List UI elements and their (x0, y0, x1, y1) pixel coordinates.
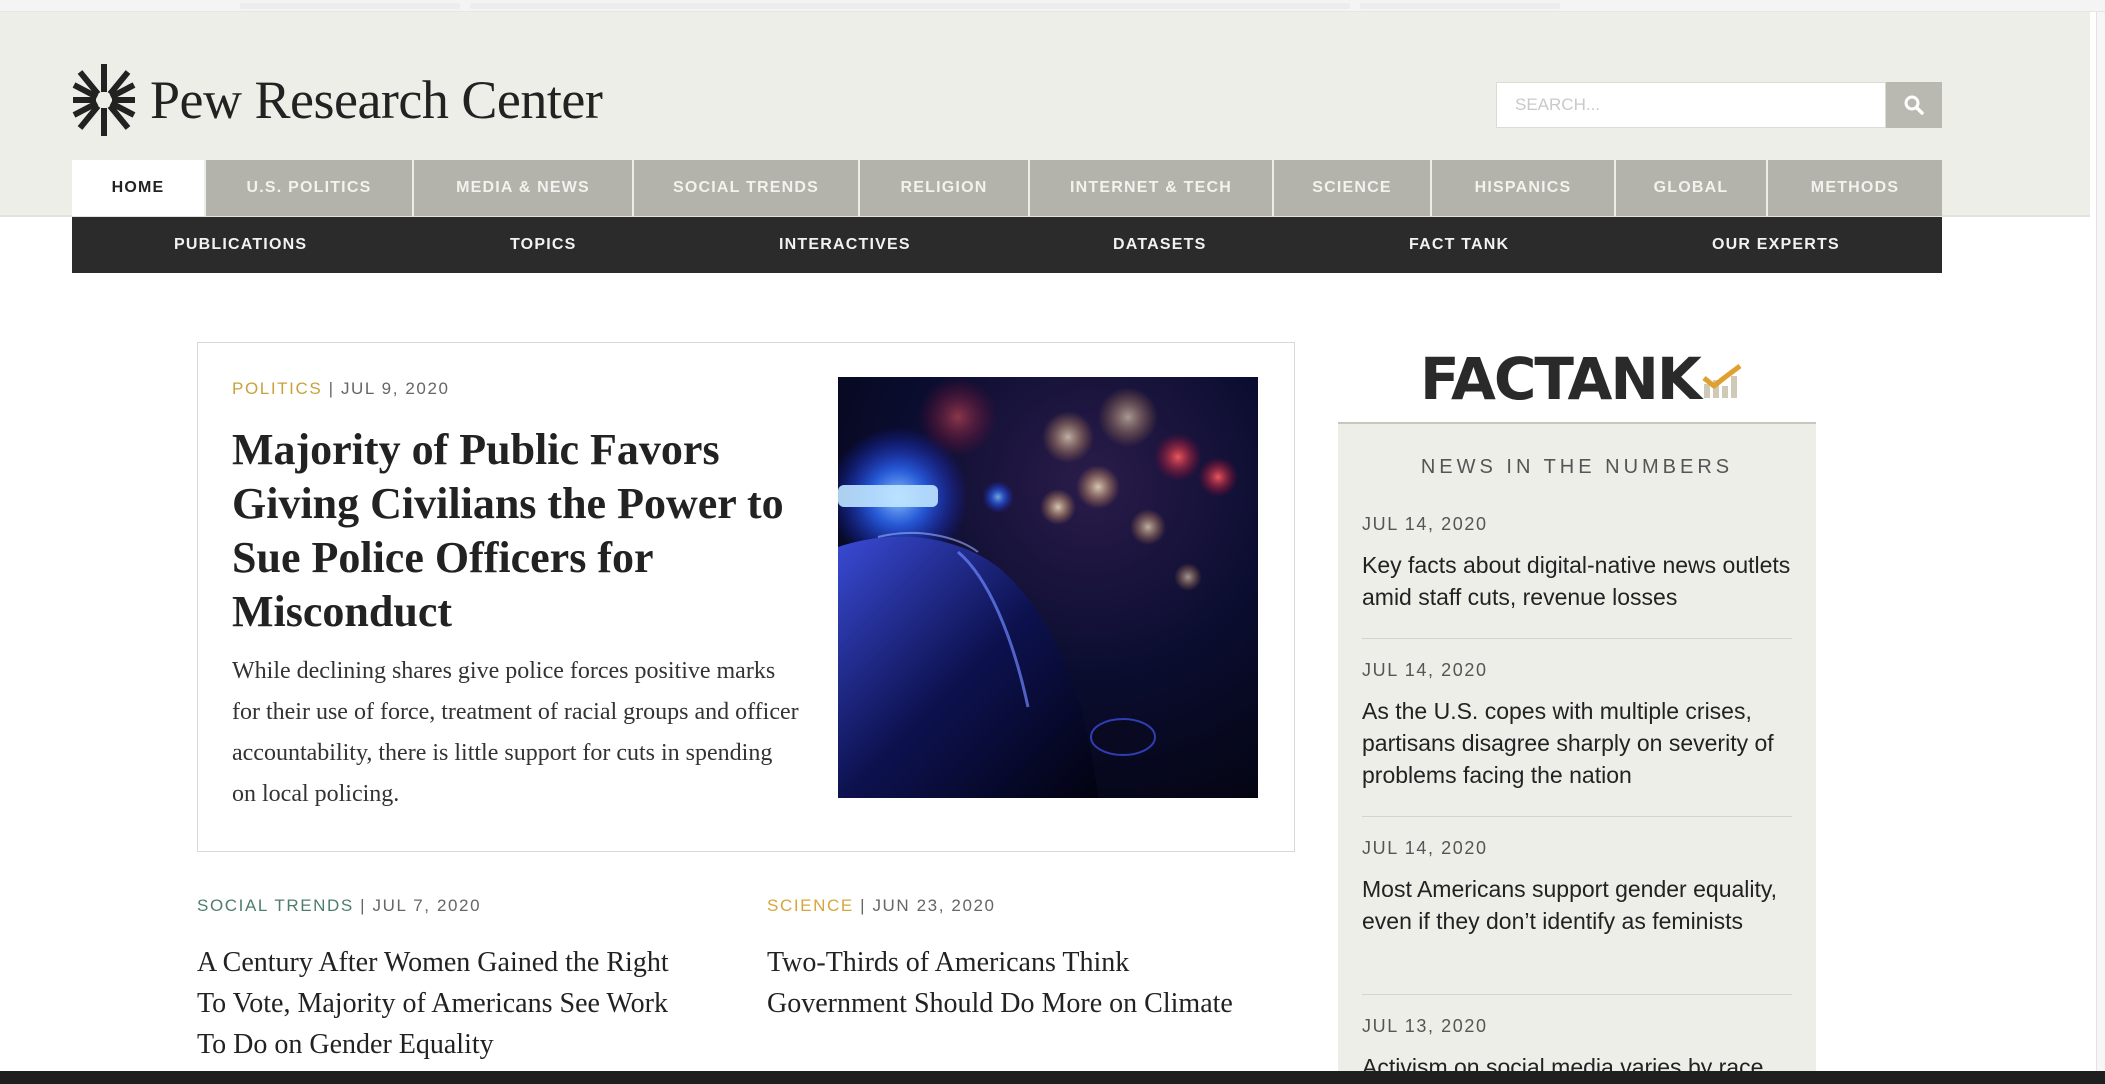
nav-global[interactable]: GLOBAL (1616, 160, 1768, 216)
fact-tank-wordmark: FACTANK (1420, 345, 1702, 413)
meta-separator: | (860, 896, 873, 915)
fact-tank-item[interactable]: JUL 14, 2020 As the U.S. copes with mult… (1362, 660, 1792, 791)
subnav-our-experts[interactable]: OUR EXPERTS (1712, 236, 1840, 254)
subnav-datasets[interactable]: DATASETS (1113, 236, 1206, 254)
browser-tab[interactable] (1360, 3, 1560, 9)
fact-tank-date: JUL 14, 2020 (1362, 660, 1488, 680)
subnav-topics[interactable]: TOPICS (510, 236, 576, 254)
fact-tank-item[interactable]: JUL 14, 2020 Key facts about digital-nat… (1362, 514, 1792, 613)
nav-internet-tech[interactable]: INTERNET & TECH (1030, 160, 1274, 216)
browser-top-strip (0, 0, 2105, 12)
featured-image-police-car-lights[interactable] (838, 377, 1258, 798)
search-input[interactable] (1496, 82, 1886, 128)
nav-us-politics[interactable]: U.S. POLITICS (206, 160, 414, 216)
search-bar (1496, 82, 1942, 128)
fact-tank-item[interactable]: JUL 14, 2020 Most Americans support gend… (1362, 838, 1792, 937)
fact-tank-date: JUL 13, 2020 (1362, 1016, 1488, 1036)
nav-social-trends[interactable]: SOCIAL TRENDS (634, 160, 860, 216)
meta-separator: | (360, 896, 373, 915)
search-button[interactable] (1886, 82, 1942, 128)
pew-logo-icon (72, 64, 136, 136)
story-headline[interactable]: A Century After Women Gained the Right T… (197, 942, 677, 1065)
primary-nav: HOME U.S. POLITICS MEDIA & NEWS SOCIAL T… (72, 160, 1942, 216)
story-date: JUL 7, 2020 (372, 896, 482, 915)
story-category[interactable]: SCIENCE (767, 896, 854, 915)
search-icon (1904, 95, 1924, 115)
story-meta: SOCIAL TRENDS | JUL 7, 2020 (197, 896, 677, 916)
story-date: JUL 9, 2020 (340, 379, 450, 398)
nav-methods[interactable]: METHODS (1768, 160, 1942, 216)
meta-separator: | (328, 379, 341, 398)
subnav-publications[interactable]: PUBLICATIONS (174, 236, 307, 254)
taskbar (0, 1071, 2105, 1084)
featured-summary: While declining shares give police force… (232, 658, 799, 807)
fact-tank-title[interactable]: As the U.S. copes with multiple crises, … (1362, 695, 1792, 791)
featured-story[interactable]: POLITICS | JUL 9, 2020 Majority of Publi… (197, 342, 1295, 852)
story-category[interactable]: SOCIAL TRENDS (197, 896, 354, 915)
subnav-interactives[interactable]: INTERACTIVES (779, 236, 911, 254)
story-card[interactable]: SCIENCE | JUN 23, 2020 Two-Thirds of Ame… (767, 896, 1247, 1024)
story-category[interactable]: POLITICS (232, 379, 322, 398)
nav-home[interactable]: HOME (72, 160, 206, 216)
rising-chart-icon (1702, 364, 1742, 398)
nav-media-news[interactable]: MEDIA & NEWS (414, 160, 634, 216)
fact-tank-logo[interactable]: FACTANK (1420, 344, 1742, 414)
secondary-nav: PUBLICATIONS TOPICS INTERACTIVES DATASET… (72, 217, 1942, 273)
story-date: JUN 23, 2020 (872, 896, 996, 915)
featured-headline[interactable]: Majority of Public Favors Giving Civilia… (232, 423, 792, 639)
fact-tank-panel: NEWS IN THE NUMBERS JUL 14, 2020 Key fac… (1338, 422, 1816, 1084)
story-meta: SCIENCE | JUN 23, 2020 (767, 896, 1247, 916)
police-car-night-image (838, 377, 1258, 798)
nav-religion[interactable]: RELIGION (860, 160, 1030, 216)
site-title: Pew Research Center (150, 70, 603, 130)
story-card[interactable]: SOCIAL TRENDS | JUL 7, 2020 A Century Af… (197, 896, 677, 1065)
divider (1362, 994, 1792, 995)
story-headline[interactable]: Two-Thirds of Americans Think Government… (767, 942, 1247, 1024)
subnav-fact-tank[interactable]: FACT TANK (1409, 236, 1509, 254)
fact-tank-heading: NEWS IN THE NUMBERS (1420, 456, 1734, 478)
browser-tab[interactable] (470, 3, 1350, 9)
nav-hispanics[interactable]: HISPANICS (1432, 160, 1616, 216)
divider (1362, 638, 1792, 639)
nav-science[interactable]: SCIENCE (1274, 160, 1432, 216)
fact-tank-title[interactable]: Key facts about digital-native news outl… (1362, 549, 1792, 613)
browser-tab[interactable] (240, 3, 460, 9)
fact-tank-title[interactable]: Most Americans support gender equality, … (1362, 873, 1792, 937)
divider (1362, 816, 1792, 817)
scrollbar[interactable] (2096, 12, 2105, 1071)
fact-tank-date: JUL 14, 2020 (1362, 838, 1488, 858)
fact-tank-date: JUL 14, 2020 (1362, 514, 1488, 534)
story-meta: POLITICS | JUL 9, 2020 (232, 379, 450, 399)
site-logo[interactable]: Pew Research Center (72, 60, 603, 140)
